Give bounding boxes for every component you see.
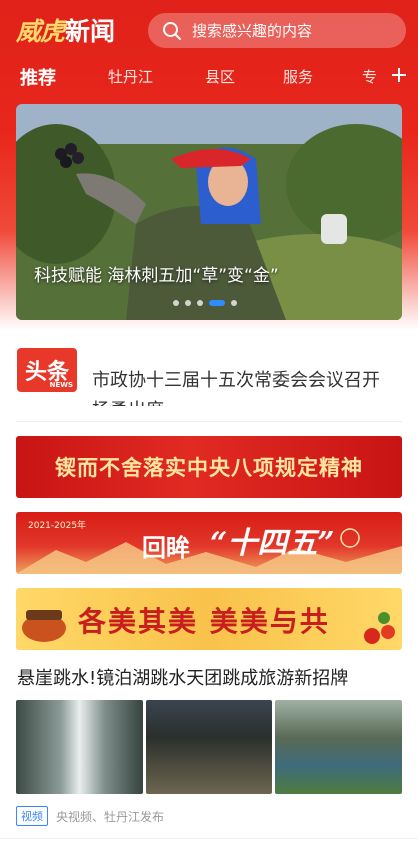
video-thumbnail-waterfall[interactable] (16, 700, 143, 794)
banner-fourteenth-five-year[interactable]: 2021-2025年 回眸 “十四五” (16, 512, 402, 574)
tab-counties[interactable]: 县区 (205, 66, 235, 87)
logo-part-a: 威虎 (16, 17, 65, 46)
banner-review-text: 回眸 (142, 533, 190, 562)
banner-plan-text: “十四五” (210, 526, 335, 561)
logo-part-b: 新闻 (65, 17, 116, 46)
carousel-dot[interactable] (173, 300, 179, 306)
search-bar[interactable]: 搜索感兴趣的内容 (148, 13, 406, 48)
video-thumbnail-cliff-dive[interactable] (145, 700, 273, 794)
carousel-dot[interactable] (197, 300, 203, 306)
video-tag: 视频 (16, 806, 48, 826)
tab-recommend[interactable]: 推荐 (20, 64, 56, 90)
headline-news-item[interactable]: 头条 NEWS 市政协十三届十五次常委会会议召开 杨勇出席 (0, 336, 418, 420)
add-channel-icon[interactable] (386, 62, 412, 88)
carousel-indicator (173, 300, 237, 306)
headline-badge-small: NEWS (49, 381, 73, 389)
video-source: 央视频、牡丹江发布 (56, 809, 165, 824)
banner-beauty[interactable]: 各美其美 美美与共 (16, 588, 402, 650)
search-placeholder: 搜索感兴趣的内容 (192, 22, 313, 40)
carousel-caption: 科技赋能 海林刺五加“草”变“金” (34, 266, 279, 286)
tab-services[interactable]: 服务 (283, 66, 313, 87)
search-icon (162, 20, 184, 42)
bottom-nav-edge (0, 838, 418, 853)
carousel-dot[interactable] (231, 300, 237, 306)
channel-tabs: 推荐 牡丹江 县区 服务 专 (0, 60, 418, 100)
carousel-dot-active[interactable] (209, 300, 225, 306)
video-news-title[interactable]: 悬崖跳水!镜泊湖跳水天团跳成旅游新招牌 (17, 664, 348, 690)
headline-badge: 头条 NEWS (17, 348, 77, 392)
banner-eight-rules[interactable]: 锲而不舍落实中央八项规定精神 (16, 436, 402, 498)
banner-beauty-text: 各美其美 美美与共 (78, 605, 330, 638)
carousel-photo (16, 104, 402, 320)
banner-eight-rules-text: 锲而不舍落实中央八项规定精神 (55, 455, 363, 480)
video-thumbnails[interactable] (16, 700, 403, 794)
video-news-meta: 视频 央视频、牡丹江发布 (16, 806, 164, 826)
app-logo: 威虎 新闻 (16, 12, 115, 48)
tab-mudanjiang[interactable]: 牡丹江 (108, 66, 153, 87)
headline-title: 市政协十三届十五次常委会会议召开 杨勇出席 (92, 370, 380, 406)
tab-special[interactable]: 专 (362, 66, 377, 87)
banner-year: 2021-2025年 (28, 521, 87, 531)
carousel-dot[interactable] (185, 300, 191, 306)
video-thumbnail-lake[interactable] (275, 700, 403, 794)
top-bar: 威虎 新闻 搜索感兴趣的内容 (0, 0, 418, 60)
featured-carousel[interactable]: 科技赋能 海林刺五加“草”变“金” (16, 104, 402, 320)
divider (16, 421, 402, 422)
